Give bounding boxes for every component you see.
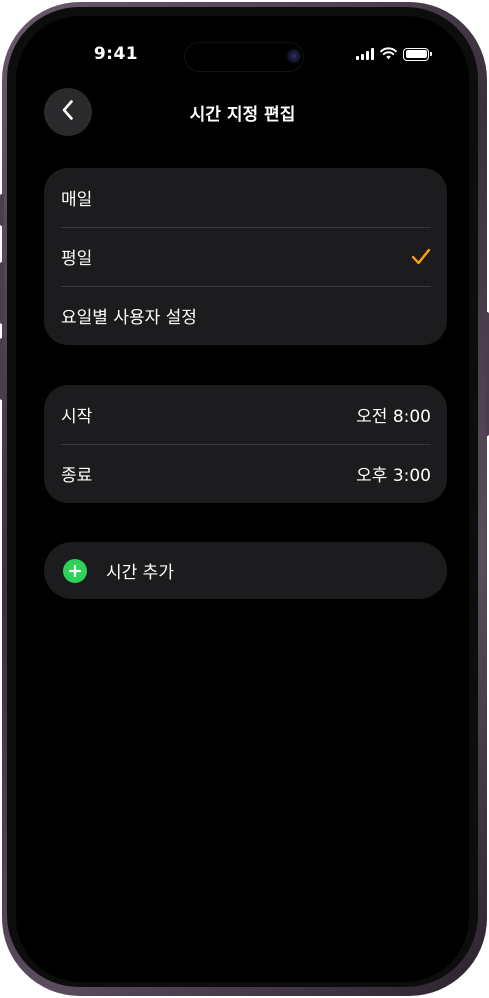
checkmark-icon	[411, 248, 431, 265]
page-title: 시간 지정 편집	[189, 105, 296, 125]
end-time-value: 오후 3:00	[356, 466, 431, 486]
add-time-button[interactable]: 시간 추가	[44, 542, 447, 599]
chevron-left-icon	[61, 99, 75, 125]
add-time-label: 시간 추가	[106, 563, 174, 583]
schedule-options-group: 매일 평일 요일별 사용자 설정	[44, 168, 447, 345]
start-time-value: 오전 8:00	[356, 407, 431, 427]
back-button[interactable]	[44, 88, 92, 136]
volume-up-button	[0, 262, 4, 324]
power-button	[485, 312, 489, 436]
end-time-row[interactable]: 종료 오후 3:00	[44, 444, 447, 503]
option-every-day[interactable]: 매일	[44, 168, 447, 227]
option-custom-days[interactable]: 요일별 사용자 설정	[44, 286, 447, 345]
volume-down-button	[0, 338, 4, 400]
screen: 9:41 시간 지정 편집 매일 평일 요일별 사용자 설정 시작 오전 8:0…	[16, 16, 469, 982]
dynamic-island	[184, 42, 304, 72]
plus-circle-icon	[63, 558, 87, 583]
battery-icon	[403, 47, 432, 61]
cellular-signal-icon	[356, 48, 374, 60]
start-label: 시작	[61, 407, 93, 427]
status-time: 9:41	[93, 44, 139, 64]
end-label: 종료	[61, 466, 93, 486]
status-icons	[356, 45, 432, 64]
option-label: 매일	[61, 190, 93, 210]
option-weekdays[interactable]: 평일	[44, 227, 447, 286]
action-button	[0, 194, 4, 226]
option-label: 요일별 사용자 설정	[61, 308, 197, 328]
front-camera	[287, 49, 301, 63]
wifi-icon	[380, 45, 397, 64]
time-range-group: 시작 오전 8:00 종료 오후 3:00	[44, 385, 447, 503]
option-label: 평일	[61, 249, 93, 269]
start-time-row[interactable]: 시작 오전 8:00	[44, 385, 447, 444]
